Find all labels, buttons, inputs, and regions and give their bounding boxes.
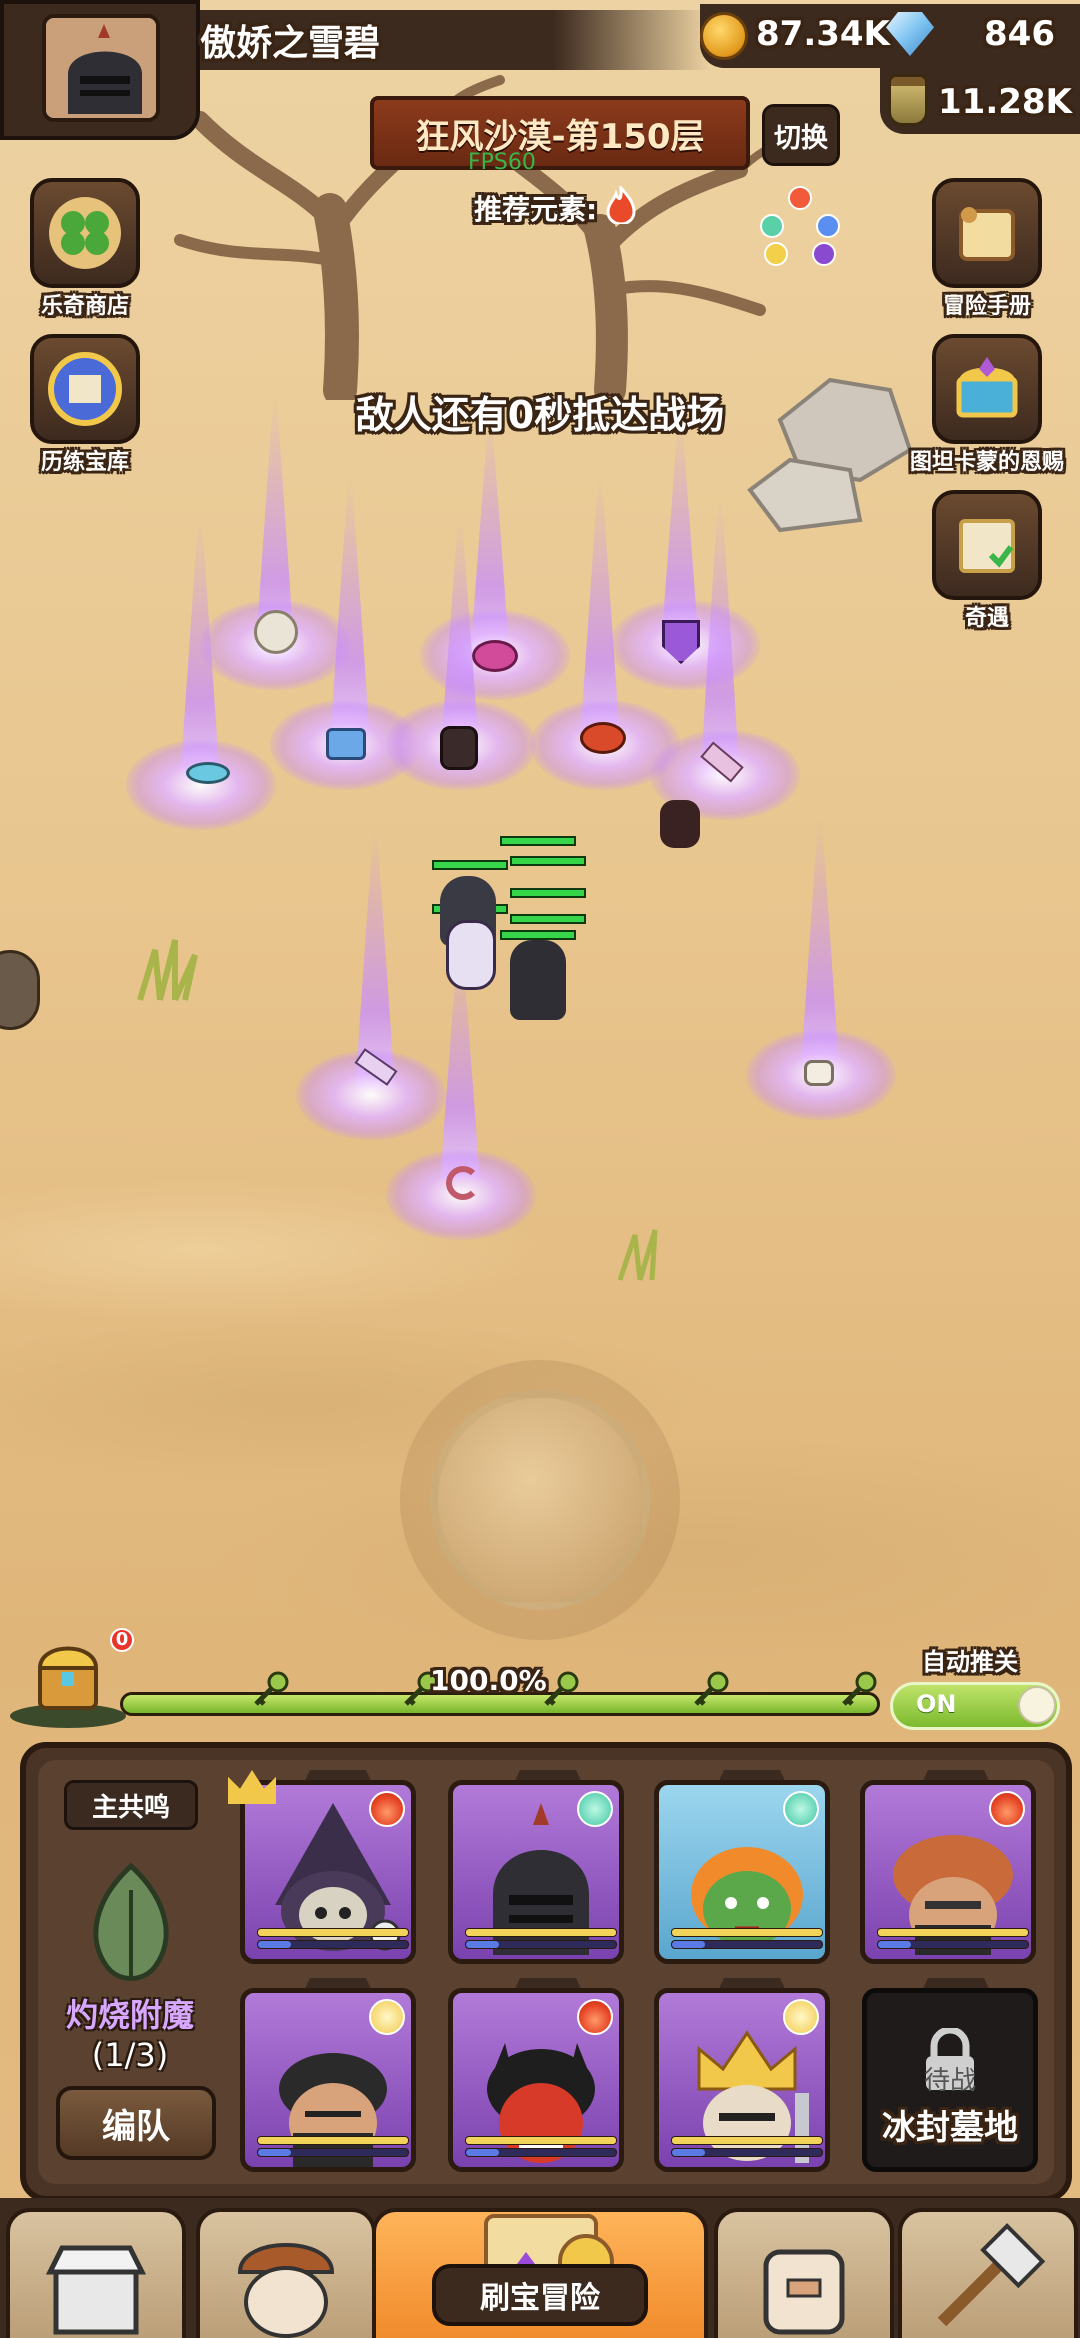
map-icon [959,519,1015,573]
fire-element-badge [577,1999,613,2035]
joystick-thumb[interactable] [430,1390,650,1610]
hero-hp-bar [510,914,586,924]
encounter-button[interactable] [932,490,1042,600]
stage-progress-fill [123,1695,877,1713]
wind-element-badge [783,1791,819,1827]
locked-slot-ghost-text: 待战 [923,2066,976,2096]
gold-coin-icon [700,12,748,60]
hero-card-goblin-girl[interactable] [654,1780,830,1964]
nav-tab-heroes[interactable] [196,2208,376,2338]
chest-count-badge: 0 [110,1628,134,1652]
nav-main-label: 刷宝冒险 [480,2281,600,2316]
nav-tab-backpack[interactable] [714,2208,894,2338]
light-element-badge [369,1999,405,2035]
scroll-icon [959,207,1015,261]
recommended-element-label: 推荐元素: [474,193,598,226]
nav-main-label-plate: 刷宝冒险 [432,2264,648,2326]
light-element-badge [783,1999,819,2035]
stage-progress-percent: 100.0% [430,1664,547,1697]
key-milestone-icon [842,1671,877,1706]
shop-icon [45,2245,147,2335]
auto-advance-label: 自动推关 [922,1648,1018,1676]
stage-title-banner: 狂风沙漠-第150层 [370,96,750,170]
toggle-knob[interactable] [1018,1686,1056,1724]
hero-sprite [510,940,566,1020]
loot-item-crab[interactable] [580,722,626,754]
loot-item-hook[interactable] [446,1166,480,1200]
auto-advance-toggle-text: ON [916,1690,957,1718]
hero-card-masked-rogue[interactable] [240,1988,416,2172]
enchant-name: 灼烧附魔 [65,1996,194,2034]
fps-counter: FPS60 [468,150,536,175]
player-avatar[interactable] [42,14,160,122]
hero-card-red-demon[interactable] [448,1988,624,2172]
grass-tuft [137,939,198,1002]
hero-icon [237,2243,335,2338]
hero-hp-bar [510,856,586,866]
leaf-enchant-icon[interactable] [76,1860,186,1990]
hero-card-crowned-king[interactable] [654,1988,830,2172]
knight-helmet-icon [46,18,156,118]
formation-button[interactable]: 编队 [56,2086,216,2160]
tutankhamun-gift-label: 图坦卡蒙的恩赐 [909,450,1064,475]
key-milestone-icon [254,1671,289,1706]
loot-item-claw[interactable] [472,640,518,672]
main-resonance-tag: 主共鸣 [64,1780,198,1830]
encounter-label: 奇遇 [964,606,1009,631]
gold-amount: 87.34K [756,14,890,54]
wave-countdown-message: 敌人还有0秒抵达战场 [355,393,725,437]
loot-item-bandage[interactable] [804,1060,834,1086]
loot-item-scroll[interactable] [326,728,366,760]
enchant-count: (1/3) [91,2036,169,2074]
leqi-shop-label: 乐奇商店 [40,294,129,319]
hero-hp-bar [432,860,508,870]
hero-card-turban-assassin[interactable] [860,1780,1036,1964]
fire-element-badge [369,1791,405,1827]
training-vault-label: 历练宝库 [40,450,129,475]
player-name: 傲娇之雪碧 [200,23,381,64]
element-wheel-icon[interactable] [760,186,840,266]
wind-element-badge [577,1791,613,1827]
hero-hp-bar [500,930,576,940]
forge-icon [937,2223,1046,2327]
formation-button-label: 编队 [102,2106,170,2147]
fire-element-icon [606,186,636,224]
grass-tuft [617,1229,658,1281]
side-pull-tab[interactable] [0,950,40,1030]
hero-hp-bar [500,836,576,846]
switch-label: 切换 [774,122,828,154]
leqi-shop-button[interactable] [30,178,140,288]
key-milestone-icon [694,1671,729,1706]
hero-sprite [446,920,496,990]
loot-item-top[interactable] [186,762,230,784]
enemy-sprite[interactable] [660,800,700,848]
fire-element-badge [989,1791,1025,1827]
hero-card-iron-knight[interactable] [448,1780,624,1964]
switch-stage-button[interactable]: 切换 [762,104,840,166]
loot-glow [126,740,276,830]
stage-title: 狂风沙漠-第150层 [415,116,705,157]
loot-item-shell[interactable] [254,610,298,654]
hero-card-skull-wizard[interactable] [240,1780,416,1964]
main-resonance-label: 主共鸣 [91,1792,170,1823]
clover-icon [49,197,121,269]
nav-tab-shop[interactable] [6,2208,186,2338]
hero-hp-bar [510,888,586,898]
gem-amount: 846 [984,14,1055,54]
adventure-manual-button[interactable] [932,178,1042,288]
elixir-amount: 11.28K [938,82,1072,122]
elixir-jar-icon [888,74,928,126]
adventure-manual-label: 冒险手册 [942,294,1031,319]
nav-tab-forge[interactable] [898,2208,1078,2338]
loot-item-helmet[interactable] [440,726,478,770]
backpack-icon [763,2249,845,2335]
locked-slot-label: 冰封墓地 [882,2108,1018,2148]
